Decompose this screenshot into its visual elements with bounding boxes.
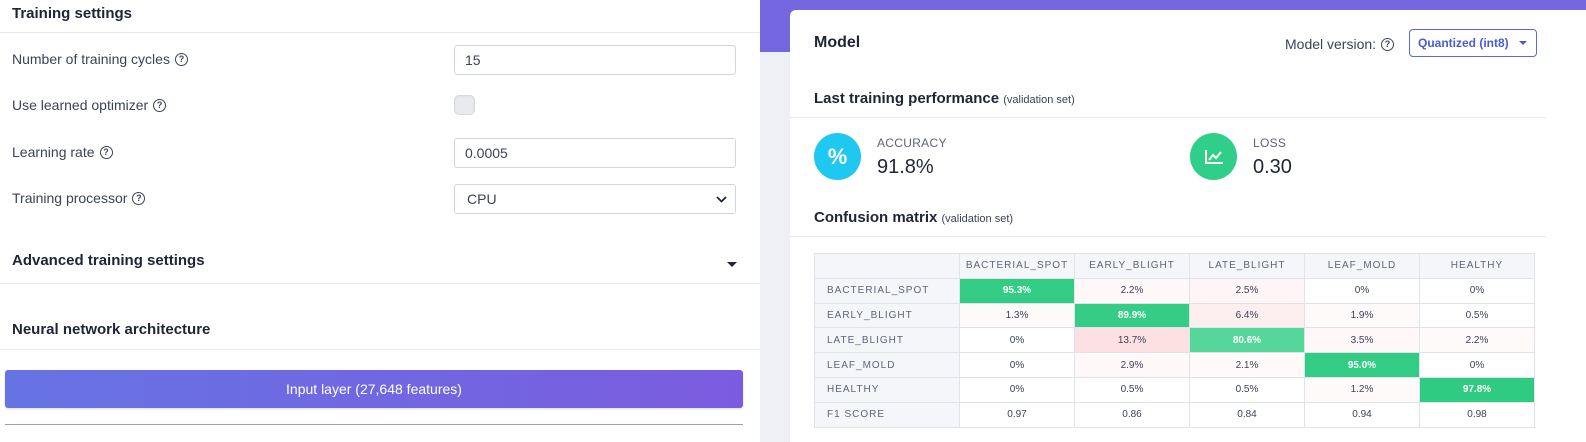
confusion-note: (validation set) [941, 213, 1014, 225]
help-icon[interactable]: ? [174, 52, 188, 66]
learning-rate-input[interactable]: 0.0005 [454, 138, 736, 168]
input-layer-block[interactable]: Input layer (27,648 features) [5, 370, 743, 408]
performance-title: Last training performance (validation se… [814, 90, 1075, 107]
row-header: HEALTHY [814, 376, 960, 403]
matrix-cell: 0% [1304, 277, 1420, 304]
column-header: LATE_BLIGHT [1189, 253, 1305, 279]
matrix-cell: 6.4% [1189, 302, 1305, 329]
matrix-cell: 97.8% [1419, 376, 1535, 403]
table-row: EARLY_BLIGHT 1.3% 89.9% 6.4% 1.9% 0.5% [814, 302, 1535, 329]
chevron-down-icon [716, 195, 727, 203]
matrix-cell: 2.9% [1074, 352, 1190, 378]
matrix-cell: 95.0% [1304, 352, 1420, 378]
f1-row-header: F1 SCORE [814, 401, 960, 428]
training-processor-text: Training processor [12, 190, 128, 206]
matrix-cell: 1.2% [1304, 376, 1420, 403]
section-divider [0, 0, 760, 33]
help-icon[interactable]: ? [153, 98, 167, 112]
table-row: HEALTHY 0% 0.5% 0.5% 1.2% 97.8% [814, 376, 1535, 403]
matrix-cell: 0% [959, 327, 1075, 354]
matrix-corner [814, 253, 960, 279]
matrix-cell: 0% [959, 352, 1075, 378]
training-settings-panel: Training settings Number of training cyc… [0, 0, 760, 442]
training-cycles-label: Number of training cycles ? [12, 51, 188, 67]
matrix-cell: 2.1% [1189, 352, 1305, 378]
model-version-value: Quantized (int8) [1418, 36, 1509, 50]
help-icon[interactable]: ? [1381, 37, 1395, 51]
f1-cell: 0.94 [1304, 401, 1420, 428]
column-header: LEAF_MOLD [1304, 253, 1420, 279]
percent-icon: % [814, 133, 861, 180]
help-icon[interactable]: ? [99, 145, 113, 159]
confusion-title: Confusion matrix (validation set) [814, 209, 1013, 226]
performance-note: (validation set) [1003, 94, 1075, 106]
learned-optimizer-checkbox[interactable] [454, 95, 475, 115]
f1-cell: 0.97 [959, 401, 1075, 428]
learned-optimizer-text: Use learned optimizer [12, 97, 149, 113]
help-icon[interactable]: ? [132, 191, 146, 205]
row-header: BACTERIAL_SPOT [814, 277, 960, 304]
matrix-cell: 2.5% [1189, 277, 1305, 304]
accuracy-value: 91.8% [877, 156, 934, 178]
row-header: EARLY_BLIGHT [814, 302, 960, 329]
table-row: LEAF_MOLD 0% 2.9% 2.1% 95.0% 0% [814, 352, 1535, 378]
training-cycles-text: Number of training cycles [12, 51, 170, 67]
loss-label: LOSS [1253, 136, 1287, 150]
matrix-cell: 95.3% [959, 277, 1075, 304]
model-version-text: Model version: [1285, 36, 1377, 52]
f1-cell: 0.84 [1189, 401, 1305, 428]
f1-cell: 0.98 [1419, 401, 1535, 428]
model-title: Model [814, 34, 861, 51]
loss-value: 0.30 [1253, 156, 1292, 178]
layer-connector [5, 424, 743, 425]
matrix-cell: 0% [1419, 352, 1535, 378]
learning-rate-text: Learning rate [12, 144, 95, 160]
learned-optimizer-label: Use learned optimizer ? [12, 97, 167, 113]
training-processor-value: CPU [467, 191, 497, 207]
training-cycles-input[interactable]: 15 [454, 45, 736, 75]
matrix-cell: 0.5% [1419, 302, 1535, 329]
section-divider [790, 236, 1546, 237]
matrix-cell: 1.3% [959, 302, 1075, 329]
row-header: LEAF_MOLD [814, 352, 960, 378]
table-row: BACTERIAL_SPOT 95.3% 2.2% 2.5% 0% 0% [814, 277, 1535, 304]
section-divider [790, 117, 1546, 118]
matrix-cell: 3.5% [1304, 327, 1420, 354]
column-header: BACTERIAL_SPOT [959, 253, 1075, 279]
matrix-cell: 2.2% [1074, 277, 1190, 304]
confusion-title-text: Confusion matrix [814, 209, 938, 226]
matrix-cell: 0.5% [1189, 376, 1305, 403]
matrix-cell: 89.9% [1074, 302, 1190, 329]
training-processor-select[interactable]: CPU [454, 184, 736, 214]
model-card: Model Model version: ? Quantized (int8) … [790, 10, 1586, 442]
training-processor-label: Training processor ? [12, 190, 146, 206]
caret-down-icon [1518, 41, 1527, 45]
matrix-cell: 1.9% [1304, 302, 1420, 329]
matrix-cell: 2.2% [1419, 327, 1535, 354]
learning-rate-label: Learning rate ? [12, 144, 113, 160]
accuracy-label: ACCURACY [877, 136, 947, 150]
column-header: HEALTHY [1419, 253, 1535, 279]
table-row: LATE_BLIGHT 0% 13.7% 80.6% 3.5% 2.2% [814, 327, 1535, 354]
section-divider [0, 310, 760, 350]
row-header: LATE_BLIGHT [814, 327, 960, 354]
matrix-cell: 0% [959, 376, 1075, 403]
confusion-matrix: BACTERIAL_SPOT EARLY_BLIGHT LATE_BLIGHT … [814, 253, 1535, 428]
matrix-cell: 13.7% [1074, 327, 1190, 354]
matrix-cell: 0% [1419, 277, 1535, 304]
table-row: F1 SCORE 0.97 0.86 0.84 0.94 0.98 [814, 401, 1535, 428]
model-version-select[interactable]: Quantized (int8) [1409, 29, 1537, 57]
matrix-cell: 80.6% [1189, 327, 1305, 354]
trend-chart-icon [1190, 133, 1237, 180]
model-version-label: Model version: ? [1285, 36, 1395, 52]
column-header: EARLY_BLIGHT [1074, 253, 1190, 279]
performance-title-text: Last training performance [814, 90, 1000, 107]
section-divider [0, 240, 760, 284]
f1-cell: 0.86 [1074, 401, 1190, 428]
matrix-cell: 0.5% [1074, 376, 1190, 403]
